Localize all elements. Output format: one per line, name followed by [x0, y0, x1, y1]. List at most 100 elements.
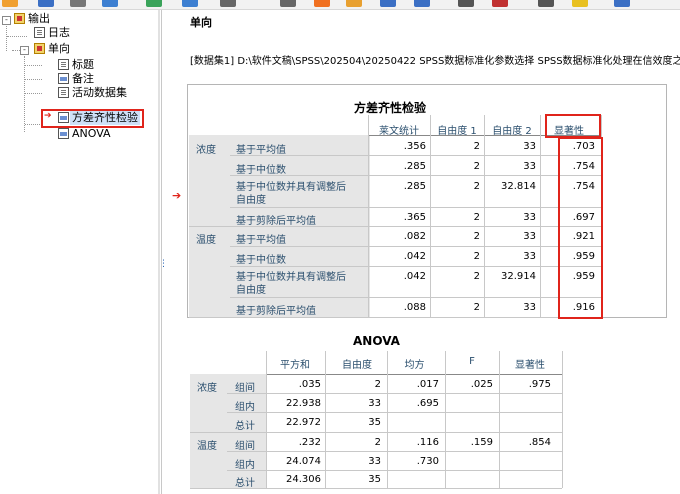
print-icon[interactable] [70, 0, 86, 7]
grid-line [189, 317, 601, 318]
table-cell: 2 [473, 251, 480, 262]
redo-icon[interactable] [220, 0, 236, 7]
chart-icon[interactable] [314, 0, 330, 7]
grid-line [190, 432, 562, 433]
tree-line [25, 79, 42, 80]
anova-table[interactable]: ANOVA 平方和 自由度 均方 F 显著性 浓度 温度 组间 .035 2 .… [187, 334, 567, 489]
row-label: 组内 [235, 460, 255, 471]
table-cell: 35 [368, 417, 381, 428]
tree-line [7, 36, 27, 37]
table-cell: 33 [523, 231, 536, 242]
table-cell: 32.814 [501, 181, 536, 192]
column-header: 平方和 [280, 360, 310, 371]
row-label: 基于中位数 [236, 255, 286, 266]
tree-item-label: 日志 [48, 26, 70, 39]
tree-item-log[interactable]: 日志 [34, 26, 70, 40]
table-cell: 2 [473, 271, 480, 282]
grid-line [368, 115, 369, 317]
group-label: 浓度 [197, 383, 217, 394]
grid-icon[interactable] [346, 0, 362, 7]
tree-item-label: 输出 [28, 12, 50, 25]
tree-item-label: ANOVA [72, 127, 111, 140]
header-rule [266, 374, 562, 375]
row-label: 基于中位数 [236, 165, 286, 176]
table-cell: .730 [416, 456, 439, 467]
column-header: 显著性 [515, 360, 545, 371]
use-sets-icon[interactable] [538, 0, 554, 7]
table-cell: 33 [523, 161, 536, 172]
tree-line [25, 65, 42, 66]
value-labels-icon[interactable] [492, 0, 508, 7]
export-icon[interactable] [102, 0, 118, 7]
row-label: 基于剪除后平均值 [236, 216, 316, 227]
table-cell: 22.938 [286, 398, 321, 409]
tree-item-title[interactable]: 标题 [58, 58, 94, 72]
grid-line [227, 393, 562, 394]
tree-item-output[interactable]: 输出 [14, 12, 50, 26]
page-title: 单向 [190, 16, 212, 29]
tree-item-anova[interactable]: ANOVA [58, 127, 111, 141]
table-cell: 35 [368, 474, 381, 485]
grid-line [445, 351, 446, 488]
table-cell: .232 [298, 437, 321, 448]
variables-icon[interactable] [458, 0, 474, 7]
recall-dialog-icon[interactable] [146, 0, 162, 7]
log-icon [34, 27, 45, 38]
save-icon[interactable] [38, 0, 54, 7]
splitter-grip-icon[interactable]: ⋮ [159, 260, 168, 276]
table-cell: 33 [523, 212, 536, 223]
grid-line [562, 351, 563, 488]
table-cell: .116 [416, 437, 439, 448]
table-cell: 24.074 [286, 456, 321, 467]
table-title: 方差齐性检验 [354, 101, 427, 115]
table-icon [58, 128, 69, 139]
table-cell: 2 [473, 212, 480, 223]
undo-icon[interactable] [182, 0, 198, 7]
collapse-toggle[interactable]: - [2, 16, 11, 25]
output-content: 单向 [数据集1] D:\软件文稿\SPSS\202504\20250422 S… [163, 10, 680, 494]
grid-line [325, 351, 326, 488]
goto-data-icon[interactable] [280, 0, 296, 7]
row-label: 基于平均值 [236, 235, 286, 246]
table-cell: 22.972 [286, 417, 321, 428]
grid-line [227, 451, 562, 452]
table-cell: 2 [374, 379, 381, 390]
title-icon [58, 59, 69, 70]
row-label: 基于平均值 [236, 145, 286, 156]
output-book-icon [14, 13, 25, 24]
tree-item-notes[interactable]: 备注 [58, 72, 94, 86]
table-cell: .035 [298, 379, 321, 390]
folder-icon[interactable] [2, 0, 18, 7]
search-icon[interactable] [614, 0, 630, 7]
table-cell: 33 [368, 398, 381, 409]
tree-item-oneway[interactable]: 单向 [34, 42, 70, 56]
table-cell: 2 [473, 302, 480, 313]
table-cell: 2 [473, 181, 480, 192]
split-icon[interactable] [414, 0, 430, 7]
table-icon[interactable] [380, 0, 396, 7]
collapse-toggle[interactable]: - [20, 46, 29, 55]
table-cell: 2 [473, 231, 480, 242]
row-label: 自由度 [236, 195, 266, 206]
tree-line [25, 93, 42, 94]
table-cell: 24.306 [286, 474, 321, 485]
pane-divider[interactable] [158, 10, 160, 494]
highlight-box [545, 114, 601, 138]
table-cell: .356 [403, 141, 426, 152]
table-cell: .975 [528, 379, 551, 390]
table-cell: .854 [528, 437, 551, 448]
grid-line [230, 246, 601, 247]
table-cell: 32.914 [501, 271, 536, 282]
grid-line [266, 351, 267, 488]
table-cell: 33 [523, 141, 536, 152]
tree-item-active-dataset[interactable]: 活动数据集 [58, 86, 127, 100]
spelling-icon[interactable] [572, 0, 588, 7]
table-cell: .017 [416, 379, 439, 390]
row-label: 组间 [235, 441, 255, 452]
levene-table[interactable]: 方差齐性检验 莱文统计 自由度 1 自由度 2 显著性 浓度 温度 基于平均值 … [187, 84, 667, 319]
output-navigator: - 输出 日志 - 单向 标题 备注 活动数据集 ➔ 方差齐性检验 ANOVA [0, 10, 157, 494]
group-label: 浓度 [196, 145, 216, 156]
grid-line [430, 115, 431, 317]
table-cell: .285 [403, 181, 426, 192]
table-cell: .695 [416, 398, 439, 409]
